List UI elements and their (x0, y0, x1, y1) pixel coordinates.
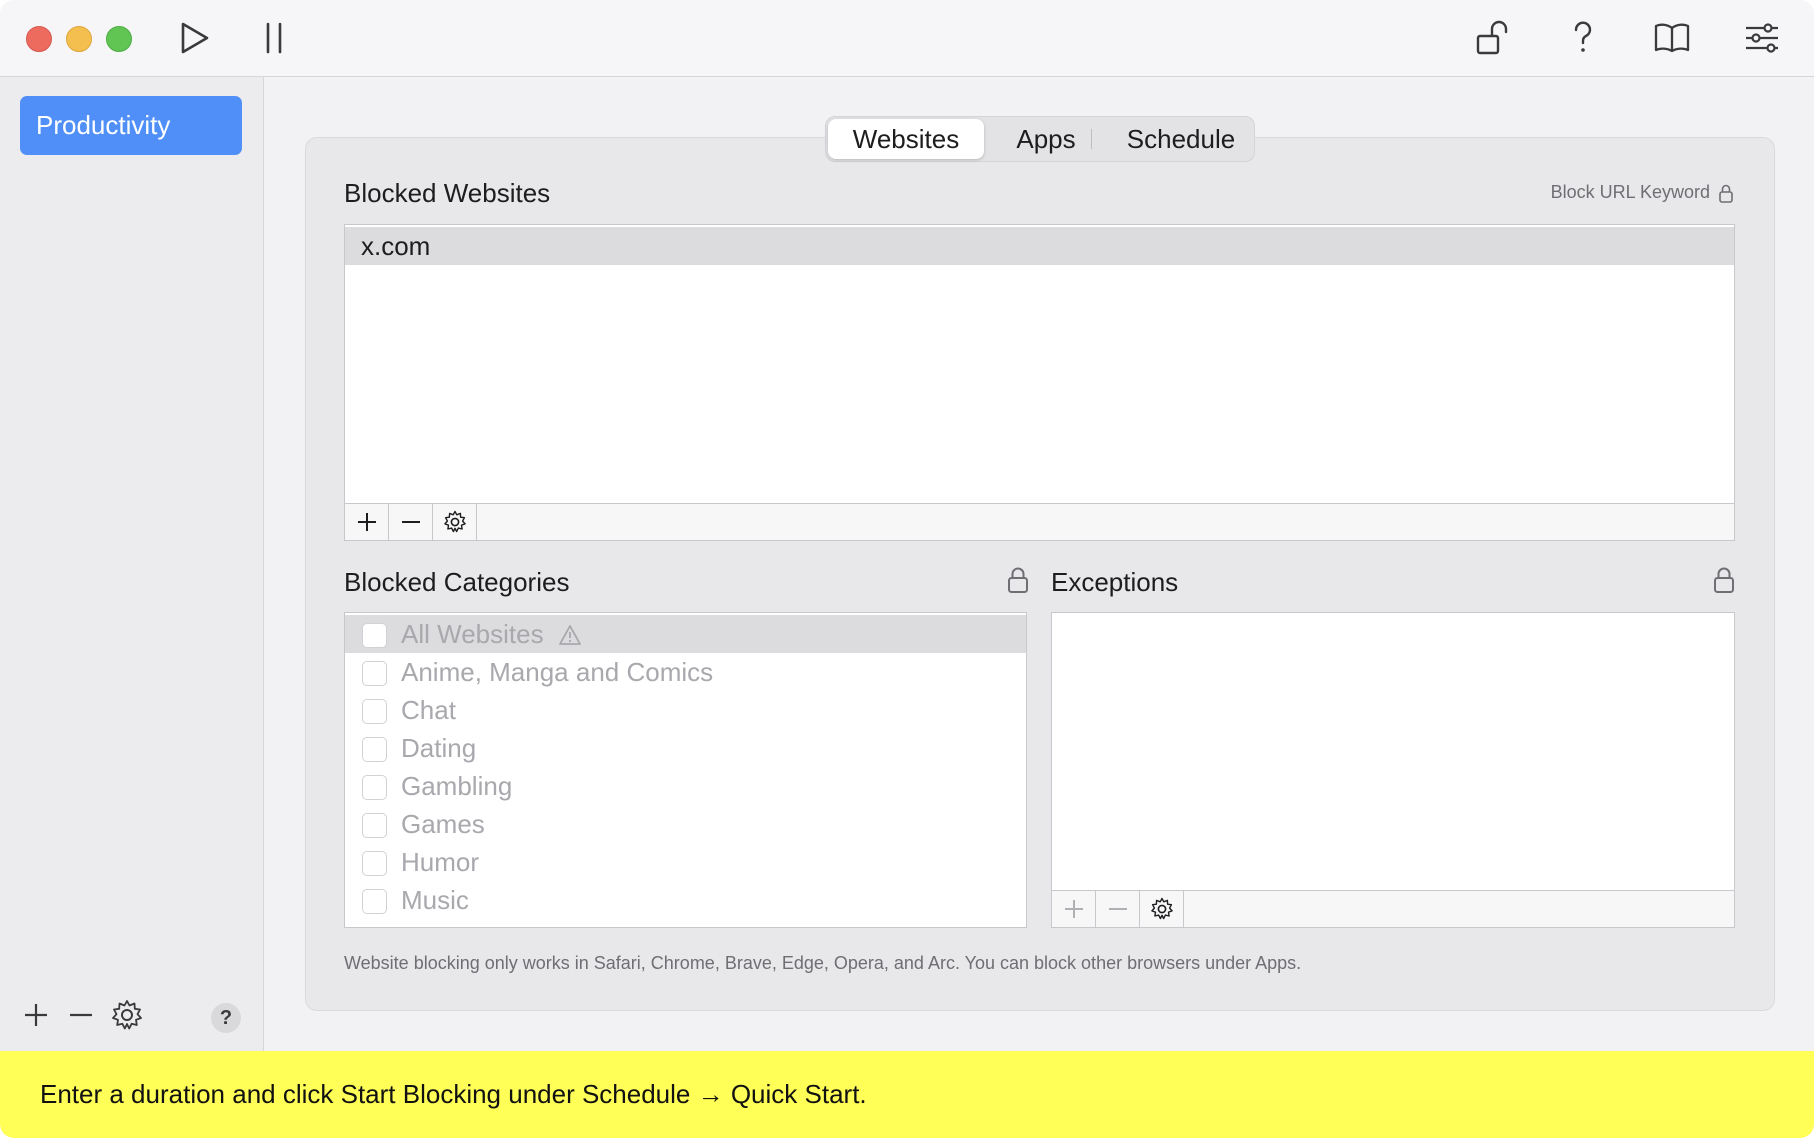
exception-options-button[interactable] (1140, 891, 1184, 927)
lock-icon (1719, 184, 1733, 203)
block-url-keyword-button[interactable]: Block URL Keyword (1551, 182, 1734, 203)
category-label: Music (401, 885, 469, 915)
blocked-categories-list[interactable]: All Websites Anime, Manga and Comics Cha… (344, 612, 1027, 928)
list-item[interactable]: Music (345, 881, 1026, 919)
list-item[interactable]: Humor (345, 843, 1026, 881)
play-button[interactable] (171, 14, 219, 62)
help-icon (1574, 21, 1592, 52)
tab-divider (1091, 129, 1092, 149)
exceptions-list[interactable] (1051, 612, 1735, 928)
list-item[interactable]: Chat (345, 691, 1026, 729)
minus-icon (401, 521, 420, 523)
category-checkbox[interactable] (362, 889, 387, 914)
add-exception-button[interactable] (1052, 891, 1096, 927)
list-toolbar (345, 503, 1734, 540)
tab-websites[interactable]: Websites (828, 119, 984, 159)
minimize-window-button[interactable] (66, 26, 92, 52)
blocklist-settings-button[interactable] (109, 997, 145, 1037)
remove-website-button[interactable] (389, 504, 433, 540)
list-item[interactable]: Gambling (345, 767, 1026, 805)
title-bar (0, 0, 1814, 77)
list-item[interactable]: Games (345, 805, 1026, 843)
browser-support-note: Website blocking only works in Safari, C… (344, 953, 1302, 973)
minus-icon (70, 1013, 92, 1017)
tab-schedule[interactable]: Schedule (1111, 119, 1251, 159)
guide-button[interactable] (1648, 14, 1696, 62)
remove-exception-button[interactable] (1096, 891, 1140, 927)
category-label: All Websites (401, 619, 544, 649)
settings-button[interactable] (1738, 14, 1786, 62)
category-checkbox[interactable] (362, 775, 387, 800)
plus-icon (357, 513, 376, 531)
gear-icon (112, 1000, 142, 1030)
list-item[interactable]: All Websites (345, 615, 1026, 653)
category-label: Gambling (401, 771, 513, 801)
lock-icon[interactable] (1007, 566, 1029, 594)
unlock-icon (1476, 20, 1508, 55)
plus-icon (1064, 900, 1083, 918)
lock-button[interactable] (1470, 14, 1518, 62)
help-icon: ? (219, 1007, 233, 1029)
category-checkbox[interactable] (362, 813, 387, 838)
list-item[interactable]: Anime, Manga and Comics (345, 653, 1026, 691)
add-blocklist-button[interactable] (18, 997, 54, 1037)
sidebar: Productivity ? (0, 77, 264, 1051)
tab-label: Apps (1016, 124, 1076, 154)
pause-button[interactable] (250, 14, 298, 62)
category-checkbox[interactable] (362, 927, 387, 928)
play-icon (181, 22, 209, 54)
category-checkbox[interactable] (362, 661, 387, 686)
pause-icon (266, 22, 282, 54)
list-toolbar (1052, 890, 1734, 927)
website-entry: x.com (361, 231, 431, 261)
category-checkbox[interactable] (362, 623, 387, 648)
category-label: Games (401, 809, 485, 839)
sidebar-item-productivity[interactable]: Productivity (20, 96, 242, 155)
sidebar-help-button[interactable]: ? (211, 1003, 241, 1033)
category-label: Chat (401, 695, 456, 725)
list-item[interactable]: x.com (345, 227, 1734, 265)
lock-icon[interactable] (1713, 566, 1735, 594)
tab-apps[interactable]: Apps (991, 119, 1101, 159)
category-label: Humor (401, 847, 480, 877)
app-window: Productivity ? Websites Apps Schedule Bl… (0, 0, 1814, 1138)
gear-icon (443, 510, 466, 533)
list-item[interactable]: Dating (345, 729, 1026, 767)
exceptions-title: Exceptions (1051, 567, 1179, 597)
category-checkbox[interactable] (362, 699, 387, 724)
blocked-websites-list[interactable]: x.com (344, 224, 1735, 541)
tab-label: Websites (852, 124, 960, 154)
instruction-text: Enter a duration and click Start Blockin… (40, 1079, 867, 1109)
minus-icon (1108, 908, 1127, 910)
list-item-partial (345, 919, 1026, 928)
sliders-icon (1746, 23, 1778, 53)
sidebar-item-label: Productivity (36, 110, 171, 140)
instruction-banner: Enter a duration and click Start Blockin… (0, 1051, 1814, 1138)
category-label: Anime, Manga and Comics (401, 657, 714, 687)
category-checkbox[interactable] (362, 737, 387, 762)
close-window-button[interactable] (26, 26, 52, 52)
add-website-button[interactable] (345, 504, 389, 540)
tab-label: Schedule (1126, 124, 1236, 154)
category-label: Dating (401, 733, 477, 763)
zoom-window-button[interactable] (106, 26, 132, 52)
remove-blocklist-button[interactable] (63, 997, 99, 1037)
book-icon (1654, 23, 1690, 53)
category-checkbox[interactable] (362, 851, 387, 876)
block-url-keyword-label: Block URL Keyword (1550, 182, 1710, 202)
website-options-button[interactable] (433, 504, 477, 540)
blocked-websites-title: Blocked Websites (344, 178, 551, 208)
help-button[interactable] (1559, 14, 1607, 62)
blocked-categories-title: Blocked Categories (344, 567, 570, 597)
plus-icon (25, 1004, 47, 1026)
warning-icon (559, 625, 581, 645)
tab-bar: Websites Apps Schedule (825, 116, 1255, 162)
gear-icon (1150, 897, 1173, 920)
